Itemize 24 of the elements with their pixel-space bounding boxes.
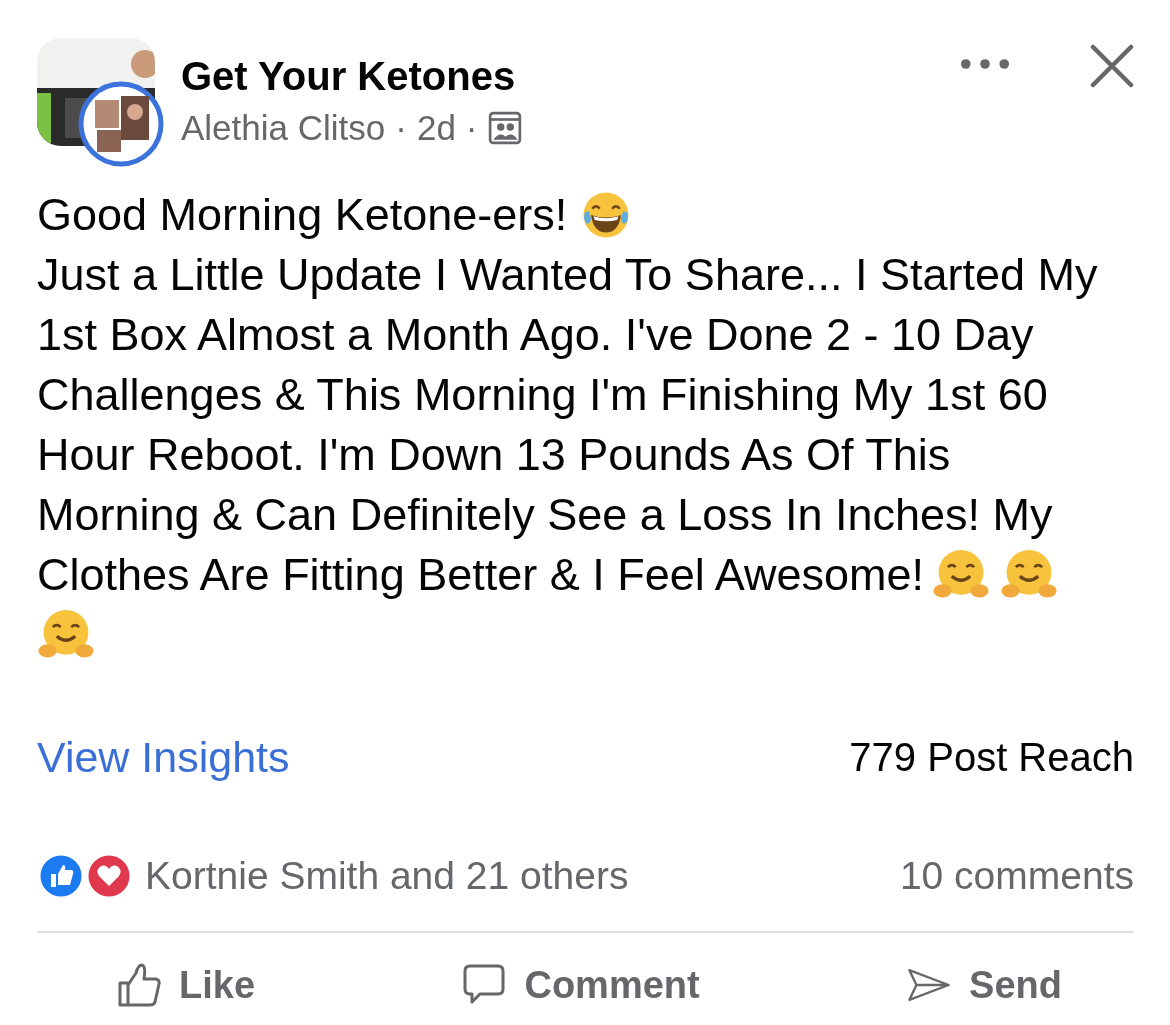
thumbs-up-icon <box>117 963 161 1007</box>
post-text: Hour Reboot. I'm Down 13 Pounds As Of This <box>37 428 951 482</box>
post-text: Challenges & This Morning I'm Finishing My 1st 60 <box>37 368 1048 422</box>
like-button[interactable]: Like <box>117 963 256 1007</box>
more-icon[interactable] <box>960 58 1010 70</box>
post-text: Just a Little Update I Wanted To Share... I Started My <box>37 248 1098 302</box>
post-text: 1st Box Almost a Month Ago. I've Done 2 - 10 Day <box>37 308 1034 362</box>
view-insights-link[interactable]: View Insights <box>37 732 290 782</box>
post-text: Clothes Are Fitting Better & I Feel Awesome! <box>37 548 925 602</box>
post-time[interactable]: 2d <box>416 108 456 148</box>
separator-dot: · <box>465 108 478 148</box>
send-button[interactable]: Send <box>907 963 1062 1007</box>
close-icon[interactable] <box>1090 44 1134 88</box>
post-text: Good Morning Ketone-ers! <box>37 188 568 242</box>
comment-count[interactable]: 10 comments <box>899 854 1134 898</box>
group-icon <box>487 111 522 145</box>
page-name[interactable]: Get Your Ketones <box>181 52 960 100</box>
post-text: Morning & Can Definitely See a Loss In Inches! My <box>37 488 1053 542</box>
reaction-icons[interactable] <box>37 852 133 900</box>
comment-button[interactable]: Comment <box>462 963 700 1007</box>
post-reach: 779 Post Reach <box>849 734 1134 780</box>
reaction-names[interactable]: Kortnie Smith and 21 others <box>145 854 629 898</box>
separator-dot: · <box>395 108 407 148</box>
author-name[interactable]: Alethia Clitso <box>181 108 386 148</box>
